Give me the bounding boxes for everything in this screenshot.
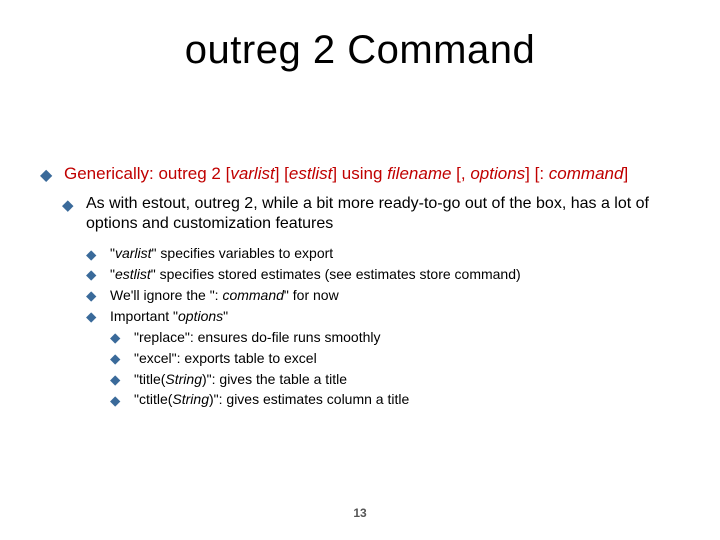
estlist-desc: ◆ "estlist" specifies stored estimates (… bbox=[86, 265, 680, 284]
content-list: ◆ Generically: outreg 2 [varlist] [estli… bbox=[40, 163, 680, 409]
varlist-desc: ◆ "varlist" specifies variables to expor… bbox=[86, 244, 680, 263]
t: Generically: outreg 2 [ bbox=[64, 164, 230, 183]
text: "estlist" specifies stored estimates (se… bbox=[110, 266, 521, 282]
bullet-icon: ◆ bbox=[86, 246, 96, 264]
t: " bbox=[223, 308, 228, 324]
t: "title( bbox=[134, 371, 165, 387]
slide: outreg 2 Command ◆ Generically: outreg 2… bbox=[0, 0, 720, 540]
bullet-icon: ◆ bbox=[86, 266, 96, 284]
command: command bbox=[222, 287, 283, 303]
bullet-icon: ◆ bbox=[110, 350, 120, 368]
bullet-icon: ◆ bbox=[86, 287, 96, 305]
slide-title: outreg 2 Command bbox=[40, 28, 680, 73]
command-desc: ◆ We'll ignore the ": command" for now bbox=[86, 286, 680, 305]
page-number: 13 bbox=[0, 506, 720, 520]
bullet-icon: ◆ bbox=[40, 165, 52, 185]
t: ] using bbox=[332, 164, 387, 183]
string: String bbox=[172, 391, 209, 407]
description-line: ◆ As with estout, outreg 2, while a bit … bbox=[62, 194, 680, 234]
text: We'll ignore the ": command" for now bbox=[110, 287, 339, 303]
varlist: varlist bbox=[115, 245, 152, 261]
option-replace: ◆ "replace": ensures do-file runs smooth… bbox=[110, 328, 680, 347]
bullet-icon: ◆ bbox=[110, 329, 120, 347]
t: "ctitle( bbox=[134, 391, 172, 407]
options: options bbox=[470, 164, 525, 183]
t: ] [: bbox=[525, 164, 549, 183]
options: options bbox=[178, 308, 223, 324]
bullet-icon: ◆ bbox=[62, 196, 74, 215]
text: "ctitle(String)": gives estimates column… bbox=[134, 391, 409, 407]
text: Important "options" bbox=[110, 308, 228, 324]
option-ctitle: ◆ "ctitle(String)": gives estimates colu… bbox=[110, 390, 680, 409]
command: command bbox=[549, 164, 624, 183]
text: As with estout, outreg 2, while a bit mo… bbox=[86, 195, 649, 232]
t: ] bbox=[623, 164, 628, 183]
t: " for now bbox=[284, 287, 339, 303]
bullet-icon: ◆ bbox=[86, 308, 96, 326]
option-excel: ◆ "excel": exports table to excel bbox=[110, 349, 680, 368]
t: " specifies stored estimates (see estima… bbox=[151, 266, 521, 282]
bullet-icon: ◆ bbox=[110, 371, 120, 389]
option-title: ◆ "title(String)": gives the table a tit… bbox=[110, 370, 680, 389]
text: "varlist" specifies variables to export bbox=[110, 245, 333, 261]
t: )": gives the table a title bbox=[202, 371, 347, 387]
text: Generically: outreg 2 [varlist] [estlist… bbox=[64, 164, 628, 183]
t: Important " bbox=[110, 308, 178, 324]
t: ] [ bbox=[275, 164, 289, 183]
t: We'll ignore the ": bbox=[110, 287, 222, 303]
estlist: estlist bbox=[289, 164, 332, 183]
string: String bbox=[165, 371, 202, 387]
t: " specifies variables to export bbox=[152, 245, 334, 261]
text: "replace": ensures do-file runs smoothly bbox=[134, 329, 381, 345]
text: "excel": exports table to excel bbox=[134, 350, 317, 366]
estlist: estlist bbox=[115, 266, 151, 282]
varlist: varlist bbox=[230, 164, 274, 183]
text: "title(String)": gives the table a title bbox=[134, 371, 347, 387]
filename: filename bbox=[387, 164, 451, 183]
bullet-icon: ◆ bbox=[110, 392, 120, 410]
t: [, bbox=[451, 164, 470, 183]
t: )": gives estimates column a title bbox=[209, 391, 409, 407]
options-heading: ◆ Important "options" bbox=[86, 307, 680, 326]
generic-syntax-line: ◆ Generically: outreg 2 [varlist] [estli… bbox=[40, 163, 680, 184]
